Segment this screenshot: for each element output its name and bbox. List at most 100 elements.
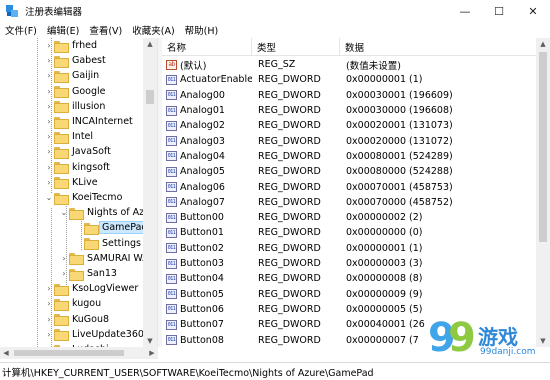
- tree-item[interactable]: › kingsoft: [44, 160, 112, 175]
- value-row[interactable]: ab (默认) REG_SZ (数值未设置): [162, 57, 536, 72]
- scroll-right-arrow-icon[interactable]: ▶: [146, 347, 158, 359]
- menu-file[interactable]: 文件(F): [0, 23, 42, 37]
- value-name-cell: 011 Button06: [162, 304, 252, 315]
- value-row[interactable]: 011 Analog04 REG_DWORD 0x00080001 (524289): [162, 149, 536, 164]
- expand-chevron-icon[interactable]: ›: [44, 281, 54, 296]
- value-row[interactable]: 011 Analog01 REG_DWORD 0x00030000 (196608): [162, 103, 536, 118]
- tree-item[interactable]: › KsoLogViewer: [44, 281, 140, 296]
- value-name-cell: 011 Button04: [162, 273, 252, 284]
- list-vertical-scrollbar[interactable]: ▲ ▼: [536, 38, 550, 347]
- scroll-up-arrow-icon[interactable]: ▲: [536, 38, 550, 50]
- value-row[interactable]: 011 Button01 REG_DWORD 0x00000000 (0): [162, 225, 536, 240]
- close-button[interactable]: ✕: [516, 0, 550, 22]
- scroll-left-arrow-icon[interactable]: ◀: [0, 347, 12, 359]
- value-data: 0x00000005 (5): [346, 303, 423, 315]
- list-scroll-thumb[interactable]: [539, 52, 547, 242]
- expand-chevron-icon[interactable]: ›: [44, 38, 54, 53]
- expand-chevron-icon[interactable]: ›: [44, 84, 54, 99]
- tree-item[interactable]: ⌄ KoeiTecmo: [44, 190, 124, 205]
- menu-help[interactable]: 帮助(H): [180, 23, 224, 37]
- expand-chevron-icon[interactable]: ›: [44, 296, 54, 311]
- value-row[interactable]: 011 ActuatorEnable REG_DWORD 0x00000001 (1): [162, 72, 536, 87]
- folder-icon: [84, 238, 99, 251]
- expand-chevron-icon[interactable]: ›: [59, 251, 69, 266]
- string-value-icon: ab: [166, 59, 177, 70]
- scroll-up-arrow-icon[interactable]: ▲: [143, 38, 157, 50]
- value-name: ActuatorEnable: [180, 74, 252, 86]
- tree-hscroll-thumb[interactable]: [14, 350, 124, 356]
- tree-item[interactable]: Settings: [74, 236, 143, 251]
- tree-item[interactable]: › San13: [59, 266, 119, 281]
- expand-chevron-icon[interactable]: ›: [44, 312, 54, 327]
- tree-vertical-scrollbar[interactable]: ▲ ▼: [143, 38, 157, 347]
- tree-item[interactable]: › Google: [44, 84, 108, 99]
- value-row[interactable]: 011 Button06 REG_DWORD 0x00000005 (5): [162, 302, 536, 317]
- value-row[interactable]: 011 Analog00 REG_DWORD 0x00030001 (196609): [162, 88, 536, 103]
- expand-chevron-icon[interactable]: ›: [44, 68, 54, 83]
- value-data: 0x00000001 (1): [346, 242, 423, 254]
- tree-item[interactable]: ⌄ Nights of Azu: [59, 205, 152, 220]
- expand-chevron-icon[interactable]: ›: [44, 53, 54, 68]
- value-data: 0x00000008 (8): [346, 273, 423, 285]
- menu-edit[interactable]: 编辑(E): [42, 23, 84, 37]
- minimize-button[interactable]: —: [448, 0, 482, 22]
- tree-item[interactable]: › KuGou8: [44, 312, 111, 327]
- value-name: Button02: [180, 242, 224, 254]
- expand-chevron-icon[interactable]: ›: [44, 129, 54, 144]
- expand-chevron-icon[interactable]: ›: [44, 144, 54, 159]
- scroll-down-arrow-icon[interactable]: ▼: [143, 335, 157, 347]
- tree-item[interactable]: › illusion: [44, 99, 107, 114]
- value-name-cell: 011 Button08: [162, 335, 252, 346]
- tree-item[interactable]: › Gaijin: [44, 68, 101, 83]
- expand-chevron-icon[interactable]: ›: [44, 175, 54, 190]
- column-header-type[interactable]: 类型: [252, 38, 340, 56]
- expand-chevron-icon[interactable]: ›: [44, 160, 54, 175]
- tree-horizontal-scrollbar[interactable]: ◀ ▶: [0, 347, 158, 359]
- column-header-data[interactable]: 数据: [340, 38, 536, 56]
- regedit-app-icon: [6, 5, 18, 17]
- value-name: Button01: [180, 227, 224, 239]
- value-row[interactable]: 011 Button02 REG_DWORD 0x00000001 (1): [162, 241, 536, 256]
- expand-chevron-icon[interactable]: ›: [59, 266, 69, 281]
- tree-item[interactable]: › SAMURAI WA: [59, 251, 151, 266]
- value-name-cell: 011 ActuatorEnable: [162, 74, 252, 85]
- expand-chevron-icon[interactable]: ›: [44, 327, 54, 342]
- value-name-cell: ab (默认): [162, 58, 252, 72]
- menu-favorites[interactable]: 收藏夹(A): [127, 23, 179, 37]
- expand-chevron-icon[interactable]: ›: [44, 99, 54, 114]
- tree-item[interactable]: › Gabest: [44, 53, 108, 68]
- value-row[interactable]: 011 Analog02 REG_DWORD 0x00020001 (131073): [162, 118, 536, 133]
- tree-item-label: KLive: [72, 176, 98, 188]
- value-row[interactable]: 011 Button04 REG_DWORD 0x00000008 (8): [162, 271, 536, 286]
- value-row[interactable]: 011 Button05 REG_DWORD 0x00000009 (9): [162, 287, 536, 302]
- expand-chevron-icon[interactable]: ›: [44, 114, 54, 129]
- tree-item-label: Google: [72, 85, 106, 97]
- value-row[interactable]: 011 Button00 REG_DWORD 0x00000002 (2): [162, 210, 536, 225]
- value-row[interactable]: 011 Analog03 REG_DWORD 0x00020000 (131072): [162, 134, 536, 149]
- tree-item[interactable]: › KLive: [44, 175, 100, 190]
- value-row[interactable]: 011 Analog05 REG_DWORD 0x00080000 (524288): [162, 164, 536, 179]
- value-name: Button07: [180, 319, 224, 331]
- binary-value-icon: 011: [166, 74, 177, 85]
- tree-item[interactable]: › LiveUpdate360: [44, 327, 146, 342]
- maximize-button[interactable]: ☐: [482, 0, 516, 22]
- tree-item[interactable]: › JavaSoft: [44, 144, 113, 159]
- tree-item[interactable]: GamePad: [74, 220, 151, 235]
- value-name-cell: 011 Analog00: [162, 90, 252, 101]
- value-name-cell: 011 Button01: [162, 227, 252, 238]
- value-row[interactable]: 011 Button03 REG_DWORD 0x00000003 (3): [162, 256, 536, 271]
- tree-scroll-thumb[interactable]: [146, 90, 154, 104]
- binary-value-icon: 011: [166, 273, 177, 284]
- collapse-chevron-icon[interactable]: ⌄: [44, 190, 54, 205]
- tree-item[interactable]: › INCAInternet: [44, 114, 135, 129]
- collapse-chevron-icon[interactable]: ⌄: [59, 205, 69, 220]
- menu-view[interactable]: 查看(V): [84, 23, 127, 37]
- value-row[interactable]: 011 Analog07 REG_DWORD 0x00070000 (458752): [162, 195, 536, 210]
- column-header-name[interactable]: 名称: [162, 38, 252, 56]
- tree-item[interactable]: › Intel: [44, 129, 95, 144]
- folder-icon: [54, 162, 69, 175]
- value-type: REG_DWORD: [258, 242, 321, 254]
- value-row[interactable]: 011 Analog06 REG_DWORD 0x00070001 (458753): [162, 179, 536, 194]
- tree-item[interactable]: › frhed: [44, 38, 99, 53]
- tree-item[interactable]: › kugou: [44, 296, 103, 311]
